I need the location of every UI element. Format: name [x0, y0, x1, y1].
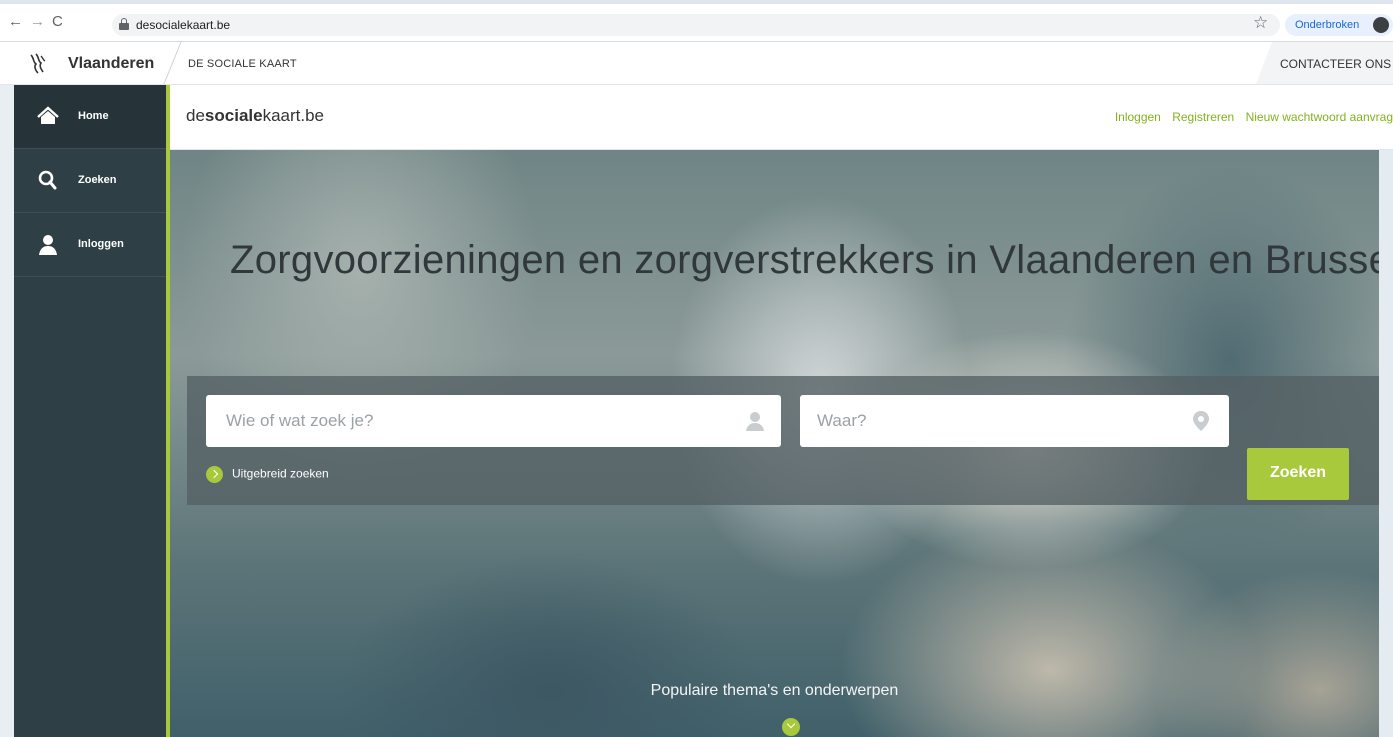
- popular-topics-label[interactable]: Populaire thema's en onderwerpen: [170, 682, 1379, 700]
- contact-label: CONTACTEER ONS: [1280, 57, 1392, 71]
- user-icon: [746, 412, 764, 431]
- vlaanderen-lion-icon[interactable]: [28, 53, 48, 75]
- location-input[interactable]: Waar?: [800, 395, 1229, 447]
- advanced-search-label: Uitgebreid zoeken: [232, 466, 329, 481]
- section-title[interactable]: DE SOCIALE KAART: [188, 58, 297, 70]
- browser-tab-strip: [0, 0, 1393, 4]
- user-icon: [39, 235, 57, 255]
- profile-label: Onderbroken: [1295, 19, 1360, 31]
- avatar: [1373, 17, 1389, 33]
- divider: [163, 42, 182, 84]
- sidebar: Home Zoeken Inloggen: [14, 85, 166, 737]
- bookmark-star-icon[interactable]: ☆: [1253, 13, 1268, 33]
- hero-banner: Zorgvoorzieningen en zorgverstrekkers in…: [170, 150, 1379, 737]
- sidebar-item-search[interactable]: Zoeken: [14, 149, 166, 213]
- sidebar-item-label: Home: [78, 110, 109, 122]
- site-header: desocialekaart.be Inloggen Registreren N…: [170, 85, 1393, 150]
- page-title: Zorgvoorzieningen en zorgverstrekkers in…: [230, 238, 1379, 282]
- search-panel: Wie of wat zoek je? Waar? Uitgebreid zoe…: [187, 376, 1379, 505]
- search-placeholder: Wie of wat zoek je?: [226, 411, 374, 430]
- map-pin-icon: [1193, 411, 1209, 431]
- forward-icon[interactable]: →: [30, 14, 45, 30]
- sidebar-item-home[interactable]: Home: [14, 85, 166, 149]
- search-icon: [38, 170, 57, 190]
- vlaanderen-brand[interactable]: Vlaanderen: [68, 55, 154, 73]
- site-logo[interactable]: desocialekaart.be: [186, 106, 324, 126]
- chevron-down-icon[interactable]: [782, 718, 800, 736]
- advanced-search-link[interactable]: Uitgebreid zoeken: [206, 466, 329, 483]
- vlaanderen-header: Vlaanderen DE SOCIALE KAART CONTACTEER O…: [0, 42, 1393, 85]
- login-link[interactable]: Inloggen: [1115, 110, 1161, 124]
- url-text: desocialekaart.be: [136, 18, 231, 32]
- sidebar-item-login[interactable]: Inloggen: [14, 213, 166, 277]
- sidebar-item-label: Zoeken: [78, 174, 117, 186]
- sidebar-item-label: Inloggen: [78, 238, 124, 250]
- reset-password-link[interactable]: Nieuw wachtwoord aanvrag: [1246, 110, 1393, 124]
- location-placeholder: Waar?: [817, 411, 867, 430]
- back-icon[interactable]: ←: [8, 14, 23, 30]
- search-input[interactable]: Wie of wat zoek je?: [206, 395, 781, 447]
- search-button[interactable]: Zoeken: [1247, 448, 1349, 500]
- reload-icon[interactable]: C: [52, 14, 63, 30]
- profile-button[interactable]: Onderbroken: [1285, 14, 1393, 36]
- address-bar[interactable]: desocialekaart.be: [112, 14, 1280, 36]
- page-background: [1379, 150, 1393, 737]
- lock-icon: [119, 18, 129, 31]
- browser-toolbar: ← → C desocialekaart.be ☆ Onderbroken: [0, 0, 1393, 42]
- header-links: Inloggen Registreren Nieuw wachtwoord aa…: [1107, 110, 1393, 124]
- contact-button[interactable]: CONTACTEER ONS: [1256, 42, 1393, 84]
- page-background: [0, 85, 14, 737]
- register-link[interactable]: Registreren: [1172, 110, 1234, 124]
- chevron-right-icon: [206, 466, 223, 483]
- home-icon: [37, 106, 59, 124]
